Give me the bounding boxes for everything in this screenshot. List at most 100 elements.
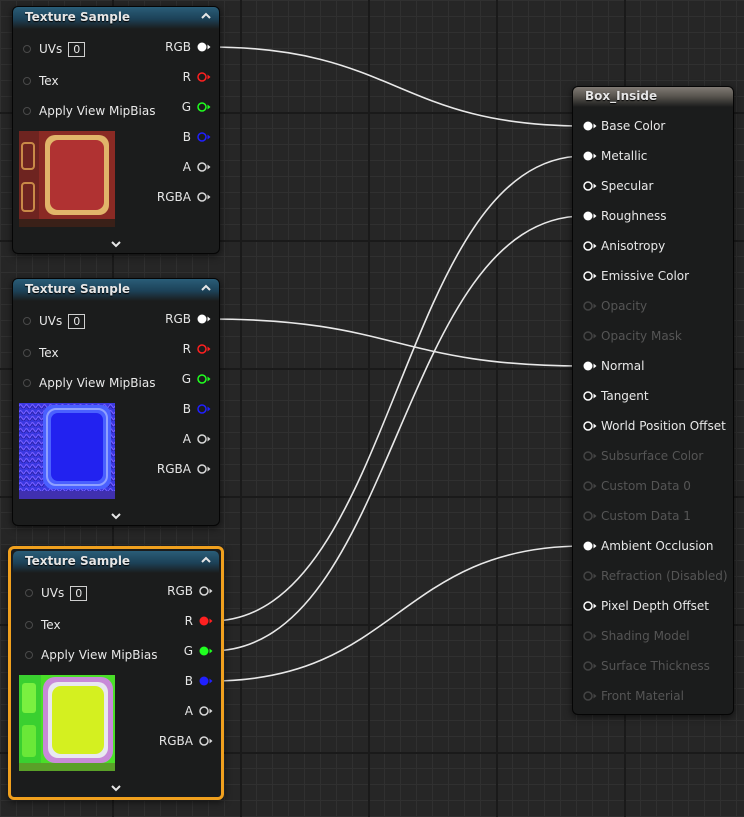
chevron-up-icon[interactable] — [199, 553, 213, 567]
material-input-world-position-offset[interactable]: World Position Offset — [583, 416, 726, 436]
uvs-input-row[interactable]: UVs 0 — [23, 311, 86, 331]
output-g-row[interactable]: G — [182, 369, 211, 389]
input-pin-icon[interactable] — [583, 360, 597, 372]
output-r-row[interactable]: R — [185, 611, 213, 631]
input-pin-icon[interactable] — [583, 300, 597, 312]
connection-wire[interactable] — [208, 318, 585, 367]
output-r-pin-icon[interactable] — [197, 71, 211, 83]
material-input-custom-data-0[interactable]: Custom Data 0 — [583, 476, 691, 496]
input-pin-icon[interactable] — [583, 390, 597, 402]
material-input-tangent[interactable]: Tangent — [583, 386, 649, 406]
uvs-input-row[interactable]: UVs 0 — [25, 583, 88, 603]
mipbias-input-row[interactable]: Apply View MipBias — [23, 373, 155, 393]
output-a-pin-icon[interactable] — [197, 433, 211, 445]
output-b-pin-icon[interactable] — [197, 131, 211, 143]
uvs-pin-icon[interactable] — [23, 45, 31, 53]
tex-input-row[interactable]: Tex — [23, 343, 59, 363]
mipbias-input-row[interactable]: Apply View MipBias — [25, 645, 157, 665]
mipbias-pin-icon[interactable] — [25, 651, 33, 659]
output-r-pin-icon[interactable] — [197, 343, 211, 355]
material-input-opacity[interactable]: Opacity — [583, 296, 647, 316]
output-rgb-row[interactable]: RGB — [167, 581, 213, 601]
connection-wire[interactable] — [210, 545, 585, 682]
uvs-pin-icon[interactable] — [23, 317, 31, 325]
output-rgba-pin-icon[interactable] — [197, 463, 211, 475]
texture-sample-node-3[interactable]: Texture Sample UVs 0 Tex Apply View MipB… — [8, 546, 224, 800]
uvs-value-field[interactable]: 0 — [70, 585, 88, 601]
material-input-normal[interactable]: Normal — [583, 356, 644, 376]
material-input-shading-model[interactable]: Shading Model — [583, 626, 690, 646]
output-a-row[interactable]: A — [185, 701, 213, 721]
output-b-pin-icon[interactable] — [199, 675, 213, 687]
material-input-ambient-occlusion[interactable]: Ambient Occlusion — [583, 536, 713, 556]
tex-pin-icon[interactable] — [25, 621, 33, 629]
tex-pin-icon[interactable] — [23, 77, 31, 85]
output-r-row[interactable]: R — [183, 67, 211, 87]
uvs-pin-icon[interactable] — [25, 589, 33, 597]
output-g-row[interactable]: G — [184, 641, 213, 661]
input-pin-icon[interactable] — [583, 570, 597, 582]
output-rgba-row[interactable]: RGBA — [159, 731, 213, 751]
chevron-down-icon[interactable] — [110, 239, 122, 249]
tex-pin-icon[interactable] — [23, 349, 31, 357]
material-input-opacity-mask[interactable]: Opacity Mask — [583, 326, 682, 346]
output-g-row[interactable]: G — [182, 97, 211, 117]
output-rgba-row[interactable]: RGBA — [157, 459, 211, 479]
material-input-subsurface-color[interactable]: Subsurface Color — [583, 446, 703, 466]
material-input-base-color[interactable]: Base Color — [583, 116, 665, 136]
material-input-custom-data-1[interactable]: Custom Data 1 — [583, 506, 691, 526]
output-g-pin-icon[interactable] — [199, 645, 213, 657]
input-pin-icon[interactable] — [583, 510, 597, 522]
output-a-pin-icon[interactable] — [197, 161, 211, 173]
uvs-value-field[interactable]: 0 — [68, 313, 86, 329]
output-rgba-pin-icon[interactable] — [197, 191, 211, 203]
texture-sample-node-1[interactable]: Texture Sample UVs 0 Tex Apply View MipB… — [12, 6, 220, 254]
output-rgb-pin-icon[interactable] — [199, 585, 213, 597]
node-header[interactable]: Texture Sample — [13, 551, 219, 573]
output-rgb-row[interactable]: RGB — [165, 309, 211, 329]
material-input-refraction-disabled[interactable]: Refraction (Disabled) — [583, 566, 728, 586]
material-input-pixel-depth-offset[interactable]: Pixel Depth Offset — [583, 596, 709, 616]
input-pin-icon[interactable] — [583, 240, 597, 252]
output-r-pin-icon[interactable] — [199, 615, 213, 627]
input-pin-icon[interactable] — [583, 630, 597, 642]
tex-input-row[interactable]: Tex — [23, 71, 59, 91]
input-pin-icon[interactable] — [583, 690, 597, 702]
uvs-value-field[interactable]: 0 — [68, 41, 86, 57]
output-b-pin-icon[interactable] — [197, 403, 211, 415]
input-pin-icon[interactable] — [583, 210, 597, 222]
material-input-front-material[interactable]: Front Material — [583, 686, 684, 706]
output-a-pin-icon[interactable] — [199, 705, 213, 717]
input-pin-icon[interactable] — [583, 270, 597, 282]
node-header[interactable]: Texture Sample — [13, 279, 219, 301]
chevron-up-icon[interactable] — [199, 9, 213, 23]
output-b-row[interactable]: B — [183, 127, 211, 147]
output-g-pin-icon[interactable] — [197, 373, 211, 385]
mipbias-pin-icon[interactable] — [23, 107, 31, 115]
uvs-input-row[interactable]: UVs 0 — [23, 39, 86, 59]
connection-wire[interactable] — [210, 155, 585, 622]
output-rgb-pin-icon[interactable] — [197, 313, 211, 325]
material-input-surface-thickness[interactable]: Surface Thickness — [583, 656, 710, 676]
material-input-specular[interactable]: Specular — [583, 176, 653, 196]
output-b-row[interactable]: B — [185, 671, 213, 691]
input-pin-icon[interactable] — [583, 180, 597, 192]
input-pin-icon[interactable] — [583, 540, 597, 552]
material-input-roughness[interactable]: Roughness — [583, 206, 666, 226]
input-pin-icon[interactable] — [583, 450, 597, 462]
connection-wire[interactable] — [208, 46, 585, 127]
chevron-down-icon[interactable] — [110, 511, 122, 521]
material-input-emissive-color[interactable]: Emissive Color — [583, 266, 689, 286]
input-pin-icon[interactable] — [583, 120, 597, 132]
output-a-row[interactable]: A — [183, 157, 211, 177]
chevron-down-icon[interactable] — [110, 783, 122, 793]
input-pin-icon[interactable] — [583, 660, 597, 672]
mipbias-pin-icon[interactable] — [23, 379, 31, 387]
input-pin-icon[interactable] — [583, 420, 597, 432]
material-result-node[interactable]: Box_Inside Base Color Metallic Specular Rou… — [572, 86, 734, 715]
mipbias-input-row[interactable]: Apply View MipBias — [23, 101, 155, 121]
input-pin-icon[interactable] — [583, 330, 597, 342]
node-header[interactable]: Texture Sample — [13, 7, 219, 29]
material-node-header[interactable]: Box_Inside — [573, 87, 733, 107]
input-pin-icon[interactable] — [583, 600, 597, 612]
